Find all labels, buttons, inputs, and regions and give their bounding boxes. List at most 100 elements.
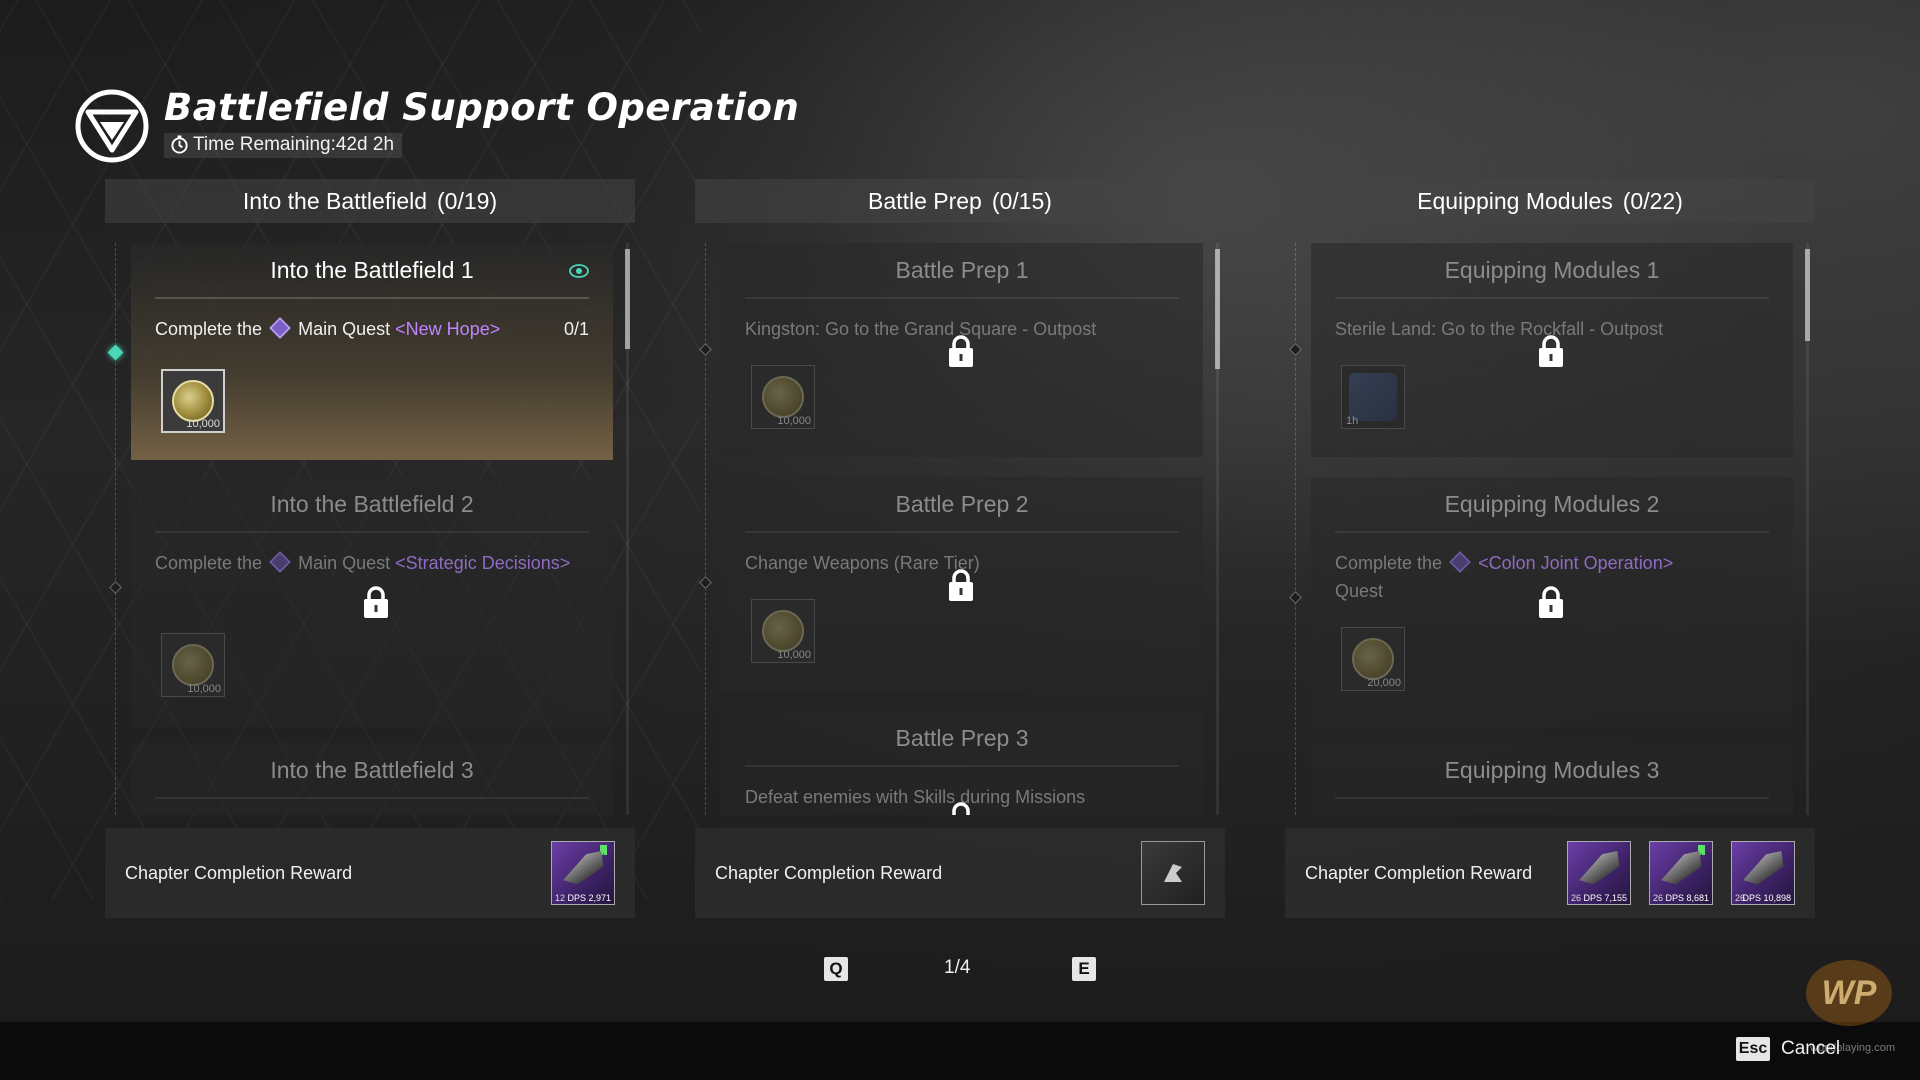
reward-item[interactable]: 10,000 [751,599,815,663]
reward-amount: 20,000 [1367,677,1401,689]
gold-coin-icon [172,644,214,686]
quest-card[interactable]: Equipping Modules 2 Complete the <Colon … [1311,477,1793,727]
operation-logo-icon [75,89,149,163]
quest-title-text: Battle Prep 1 [895,256,1029,283]
weapon-reward[interactable]: 26 DPS 8,681 [1649,841,1713,905]
weapon-reward[interactable]: 26 DPS 7,155 [1567,841,1631,905]
reward-amount: 10,000 [186,418,220,430]
reward-item[interactable]: 20,000 [1341,627,1405,691]
scrollbar[interactable] [1805,243,1810,815]
scrollbar-thumb[interactable] [1215,249,1220,369]
weapon-reward[interactable]: 26 DPS 10,898 [1731,841,1795,905]
scrollbar-thumb[interactable] [625,249,630,349]
module-reward[interactable] [1141,841,1205,905]
column-title: Battle Prep [868,187,982,214]
chapter-completion-reward: Chapter Completion Reward [695,828,1225,918]
quest-card[interactable]: Equipping Modules 1 Sterile Land: Go to … [1311,243,1793,457]
chapter-completion-reward: Chapter Completion Reward 26 DPS 7,155 2… [1285,828,1815,918]
reward-amount: 10,000 [777,649,811,661]
quest-title: Battle Prep 1 [745,243,1179,299]
quest-type-icon [1449,551,1471,573]
quest-title-text: Equipping Modules 3 [1444,756,1660,783]
weapon-dps: DPS 2,971 [567,893,611,903]
xp-booster-icon [1349,373,1397,421]
quest-list[interactable]: Into the Battlefield 1 Complete the Main… [105,243,635,815]
gold-coin-icon [172,380,214,422]
time-remaining: Time Remaining:42d 2h [164,132,403,158]
desc-prefix: Complete the [155,319,263,339]
column-header[interactable]: Equipping Modules (0/22) [1285,179,1815,223]
quest-card[interactable]: Battle Prep 1 Kingston: Go to the Grand … [721,243,1203,457]
quest-card[interactable]: Battle Prep 2 Change Weapons (Rare Tier)… [721,477,1203,691]
scrollbar[interactable] [1215,243,1220,815]
reward-amount: 10,000 [777,415,811,427]
column-header[interactable]: Battle Prep (0/15) [695,179,1225,223]
reward-duration: 1h [1346,415,1359,427]
reward-item[interactable]: 10,000 [751,365,815,429]
time-remaining-text: Time Remaining:42d 2h [193,133,395,155]
column-battle-prep: Battle Prep (0/15) Battle Prep 1 Kingsto… [695,179,1225,815]
cancel-button[interactable]: Cancel [1781,1038,1840,1060]
scrollbar-thumb[interactable] [1805,249,1810,341]
desc-prefix: Complete the [155,553,263,573]
launcher-icon [1739,846,1790,890]
weapon-reward[interactable]: 12 DPS 2,971 [551,841,615,905]
quest-link[interactable]: <New Hope> [395,319,500,339]
quest-title-text: Into the Battlefield 2 [270,490,474,517]
page-indicator: 1/4 [944,957,971,978]
gold-coin-icon [762,376,804,418]
weapon-dps: DPS 10,898 [1742,893,1791,903]
page-title: Battlefield Support Operation [164,86,800,129]
timeline-rail [115,243,116,815]
scrollbar[interactable] [625,243,630,815]
reward-item[interactable]: 10,000 [161,369,225,433]
column-title: Equipping Modules [1417,187,1613,214]
weapon-level: 12 [555,893,566,903]
gold-coin-icon [762,610,804,652]
quest-link[interactable]: <Strategic Decisions> [395,553,570,573]
prev-page-key[interactable]: Q [824,957,848,981]
quest-progress: 0/1 [563,319,589,339]
weapon-level: 26 [1571,893,1582,903]
lock-icon [949,569,973,601]
timeline-node [1289,343,1302,356]
quest-description: Complete the Main Quest <New Hope> 0/1 [155,315,589,343]
quest-card[interactable]: Into the Battlefield 3 [131,743,613,815]
desc-mid: Main Quest [298,553,391,573]
quest-title: Into the Battlefield 1 [155,243,589,299]
column-count: (0/15) [991,187,1052,214]
weapon-dps: DPS 8,681 [1665,893,1709,903]
main-quest-icon [269,317,291,339]
timeline-node [1289,591,1302,604]
quest-card[interactable]: Into the Battlefield 2 Complete the Main… [131,477,613,727]
weapon-dps: DPS 7,155 [1583,893,1627,903]
track-eye-icon[interactable] [569,263,589,279]
desc-prefix: Complete the [1335,553,1443,573]
next-page-key[interactable]: E [1072,957,1096,981]
quest-title: Into the Battlefield 2 [155,477,589,533]
esc-key[interactable]: Esc [1736,1037,1770,1061]
quest-list[interactable]: Battle Prep 1 Kingston: Go to the Grand … [695,243,1225,815]
quest-link[interactable]: <Colon Joint Operation> [1478,553,1673,573]
completion-label: Chapter Completion Reward [715,862,943,883]
quest-title: Battle Prep 2 [745,477,1179,533]
quest-card[interactable]: Into the Battlefield 1 Complete the Main… [131,243,613,460]
pistol-icon [1575,846,1626,890]
lock-icon [949,335,973,367]
quest-title-text: Equipping Modules 1 [1444,256,1660,283]
main-quest-icon [269,551,291,573]
reward-item[interactable]: 1h [1341,365,1405,429]
reward-item[interactable]: 10,000 [161,633,225,697]
desc-mid: Main Quest [298,319,391,339]
lock-icon [952,802,970,815]
column-header[interactable]: Into the Battlefield (0/19) [105,179,635,223]
quest-card[interactable]: Battle Prep 3 Defeat enemies with Skills… [721,711,1203,815]
quest-list[interactable]: Equipping Modules 1 Sterile Land: Go to … [1285,243,1815,815]
column-into-the-battlefield: Into the Battlefield (0/19) Into the Bat… [105,179,635,815]
quest-title-text: Equipping Modules 2 [1444,490,1660,517]
quest-card[interactable]: Equipping Modules 3 [1311,743,1793,815]
quest-title: Equipping Modules 1 [1335,243,1769,299]
quest-title: Into the Battlefield 3 [155,743,589,799]
quest-title-text: Battle Prep 2 [895,490,1029,517]
quest-title-text: Into the Battlefield 1 [270,256,474,283]
